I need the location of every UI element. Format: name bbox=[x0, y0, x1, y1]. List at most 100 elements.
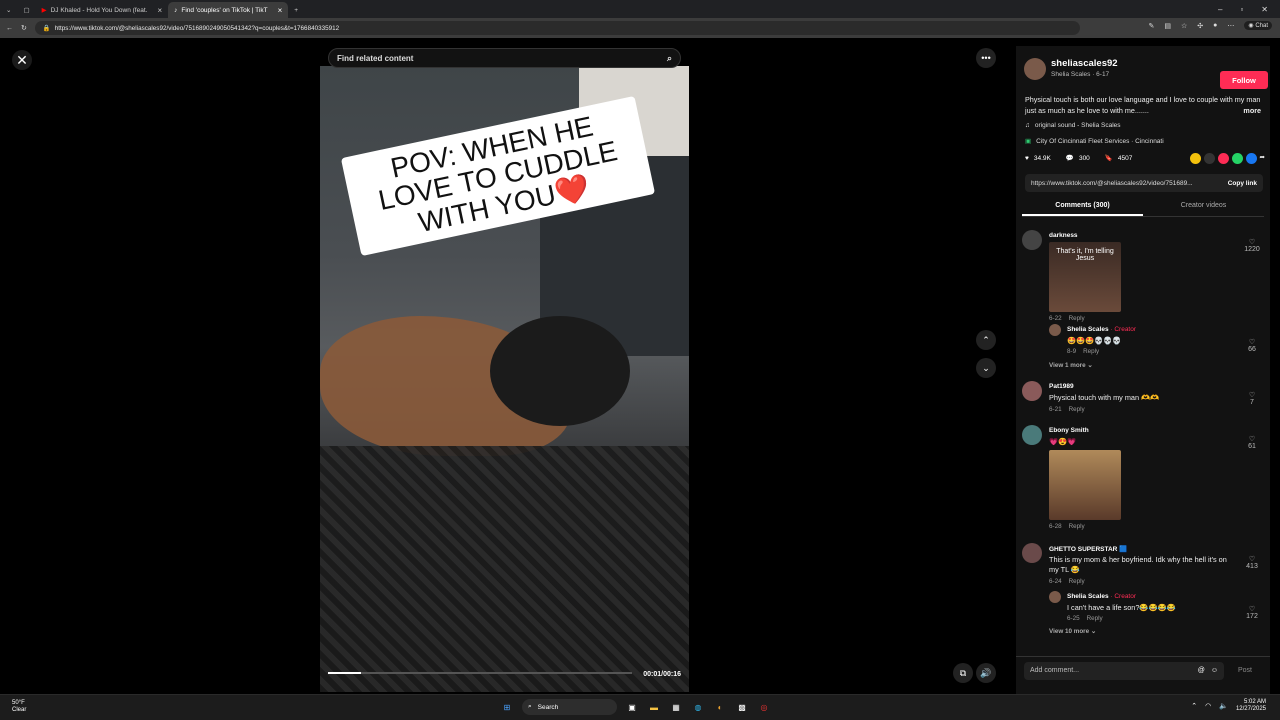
minimize-icon[interactable]: – bbox=[1218, 5, 1222, 14]
comment-author[interactable]: darkness bbox=[1049, 232, 1078, 239]
video-progress-bar[interactable] bbox=[328, 672, 632, 674]
edge-icon[interactable]: ◍ bbox=[691, 700, 705, 714]
avatar[interactable] bbox=[1022, 425, 1042, 445]
weather-widget[interactable]: 50°F Clear bbox=[12, 700, 26, 714]
chrome-icon[interactable]: ◐ bbox=[713, 700, 727, 714]
share-arrow-icon[interactable]: ➦ bbox=[1260, 153, 1265, 164]
reply-link[interactable]: Reply bbox=[1087, 615, 1103, 622]
app-icon[interactable]: ▩ bbox=[735, 700, 749, 714]
details-panel: sheliascales92 Shelia Scales · 6-17 Foll… bbox=[1016, 46, 1270, 694]
more-menu-icon[interactable]: ⋯ bbox=[1227, 22, 1234, 30]
emoji-icon[interactable]: ☺ bbox=[1211, 667, 1218, 674]
post-button[interactable]: Post bbox=[1238, 667, 1252, 674]
avatar[interactable] bbox=[1022, 230, 1042, 250]
comment-photo[interactable] bbox=[1049, 450, 1121, 520]
avatar[interactable] bbox=[1024, 58, 1046, 80]
sound-line[interactable]: ♫ original sound - Shelia Scales bbox=[1025, 122, 1121, 129]
comment-input[interactable]: Add comment... @ ☺ bbox=[1024, 661, 1224, 680]
more-link[interactable]: more bbox=[1243, 106, 1261, 117]
volume-icon[interactable]: 🔊 bbox=[976, 663, 996, 683]
search-input[interactable]: Find related content ⌕ bbox=[328, 48, 681, 68]
more-options-icon[interactable]: ••• bbox=[976, 48, 996, 68]
follow-button[interactable]: Follow bbox=[1220, 71, 1268, 89]
avatar[interactable] bbox=[1022, 381, 1042, 401]
view-more-replies[interactable]: View 10 more ⌄ bbox=[1049, 628, 1096, 635]
heart-icon[interactable]: ♥ bbox=[1025, 155, 1029, 162]
chat-button[interactable]: ◉ Chat bbox=[1244, 21, 1272, 30]
browser-menu-icon[interactable]: ⌄ bbox=[0, 2, 17, 18]
maximize-icon[interactable]: ▫ bbox=[1240, 5, 1243, 14]
copy-link-button[interactable]: Copy link bbox=[1228, 180, 1257, 187]
reply-link[interactable]: Reply bbox=[1069, 578, 1085, 585]
profile-icon[interactable]: ● bbox=[1213, 22, 1217, 29]
new-tab-icon[interactable]: + bbox=[288, 2, 304, 18]
star-icon[interactable]: ☆ bbox=[1181, 22, 1187, 30]
comments-count: 300 bbox=[1078, 154, 1090, 162]
reply-link[interactable]: Reply bbox=[1069, 406, 1085, 413]
creator-tag: · Creator bbox=[1110, 326, 1137, 333]
send-icon[interactable] bbox=[1217, 152, 1229, 164]
reader-icon[interactable]: ▤ bbox=[1164, 22, 1171, 30]
mention-icon[interactable]: @ bbox=[1198, 667, 1205, 674]
volume-icon[interactable]: 🔈 bbox=[1219, 702, 1228, 710]
file-explorer-icon[interactable]: ▬ bbox=[647, 700, 661, 714]
task-view-icon[interactable]: ▣ bbox=[625, 700, 639, 714]
comment-like[interactable]: ♡ 172 bbox=[1240, 605, 1264, 620]
comment-like[interactable]: ♡ 1220 bbox=[1240, 238, 1264, 253]
whatsapp-icon[interactable] bbox=[1231, 152, 1243, 164]
close-viewer-button[interactable]: ✕ bbox=[12, 50, 32, 70]
avatar[interactable] bbox=[1049, 324, 1061, 336]
close-icon[interactable]: × bbox=[278, 6, 283, 15]
author-username[interactable]: sheliascales92 bbox=[1051, 58, 1118, 69]
clock[interactable]: 5:02 AM 12/27/2025 bbox=[1236, 699, 1266, 713]
video-player[interactable]: POV: WHEN HE LOVE TO CUDDLE WITH YOU❤️ 0… bbox=[320, 66, 689, 692]
tab-tiktok[interactable]: ♪ Find 'couples' on TikTok | TikT × bbox=[168, 2, 289, 18]
taskbar-search[interactable]: ⌕ Search bbox=[522, 699, 617, 715]
back-icon[interactable]: ← bbox=[6, 25, 13, 32]
window-close-icon[interactable]: ✕ bbox=[1261, 5, 1268, 14]
reply-link[interactable]: Reply bbox=[1069, 315, 1085, 322]
tiktok-viewer: ✕ POV: WHEN HE LOVE TO CUDDLE WITH YOU❤️… bbox=[0, 38, 1280, 694]
repost-icon[interactable] bbox=[1189, 152, 1201, 164]
windows-start-icon[interactable]: ⊞ bbox=[500, 700, 514, 714]
close-icon[interactable]: × bbox=[157, 6, 162, 15]
comment-author[interactable]: Shelia Scales · Creator bbox=[1067, 326, 1136, 333]
chevron-down-icon[interactable]: ⌄ bbox=[976, 358, 996, 378]
url-field[interactable]: 🔒 https://www.tiktok.com/@sheliascales92… bbox=[34, 21, 1080, 35]
tab-creator-videos[interactable]: Creator videos bbox=[1143, 199, 1264, 216]
network-icon[interactable]: ◠ bbox=[1205, 702, 1211, 710]
avatar[interactable] bbox=[1022, 543, 1042, 563]
extensions-icon[interactable]: ✣ bbox=[1197, 22, 1203, 30]
reply-link[interactable]: Reply bbox=[1069, 523, 1085, 530]
comment-icon[interactable]: 💬 bbox=[1066, 154, 1074, 162]
location-line[interactable]: ▣ City Of Cincinnati Fleet Services · Ci… bbox=[1025, 137, 1164, 146]
comment-like[interactable]: ♡ 413 bbox=[1240, 555, 1264, 570]
translate-icon[interactable]: ✎ bbox=[1149, 22, 1155, 30]
comment-like[interactable]: ♡ 7 bbox=[1240, 391, 1264, 406]
comment-author[interactable]: Shelia Scales · Creator bbox=[1067, 593, 1136, 600]
app-icon[interactable]: ◎ bbox=[757, 700, 771, 714]
chevron-up-icon[interactable]: ⌃ bbox=[976, 330, 996, 350]
comment-like[interactable]: ♡ 61 bbox=[1240, 435, 1264, 450]
floating-player-icon[interactable]: ⧉ bbox=[953, 663, 973, 683]
share-link-url[interactable]: https://www.tiktok.com/@sheliascales92/v… bbox=[1031, 180, 1193, 187]
reply-link[interactable]: Reply bbox=[1083, 348, 1099, 355]
facebook-icon[interactable] bbox=[1245, 152, 1257, 164]
comment-author[interactable]: GHETTO SUPERSTAR 🟦 bbox=[1049, 545, 1127, 553]
chevron-up-icon[interactable]: ⌃ bbox=[1191, 702, 1197, 710]
comment-like[interactable]: ♡ 66 bbox=[1240, 338, 1264, 353]
bookmark-icon[interactable]: 🔖 bbox=[1105, 154, 1113, 162]
view-more-replies[interactable]: View 1 more ⌄ bbox=[1049, 362, 1093, 369]
reload-icon[interactable]: ↻ bbox=[21, 24, 27, 32]
search-icon[interactable]: ⌕ bbox=[667, 53, 672, 64]
tab-comments[interactable]: Comments (300) bbox=[1022, 199, 1143, 216]
comment-author[interactable]: Pat1989 bbox=[1049, 383, 1074, 390]
tab-actions-icon[interactable]: ▢ bbox=[17, 2, 35, 18]
embed-icon[interactable] bbox=[1203, 152, 1215, 164]
store-icon[interactable]: ▦ bbox=[669, 700, 683, 714]
heart-icon: ♡ bbox=[1248, 392, 1256, 399]
tab-youtube[interactable]: ▶ DJ Khaled - Hold You Down (feat. × bbox=[36, 2, 169, 18]
comment-author[interactable]: Ebony Smith bbox=[1049, 427, 1089, 434]
avatar[interactable] bbox=[1049, 591, 1061, 603]
author-row: sheliascales92 Shelia Scales · 6-17 Foll… bbox=[1024, 58, 1268, 89]
